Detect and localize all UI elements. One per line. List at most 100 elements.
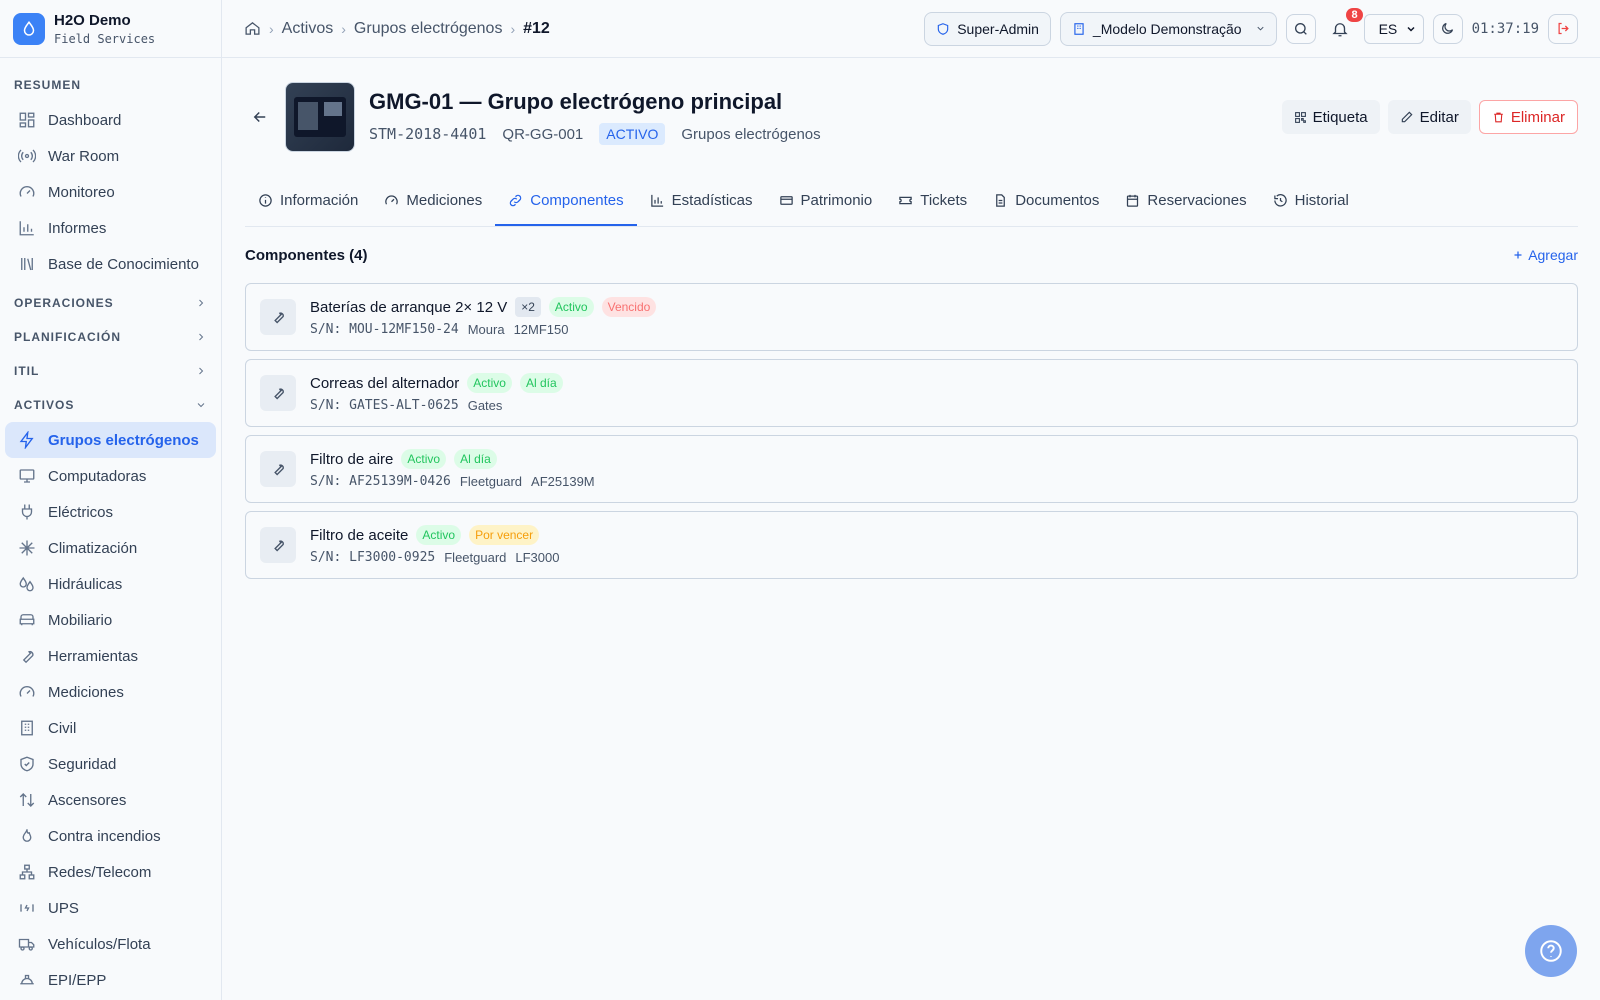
role-badge[interactable]: Super-Admin — [924, 11, 1051, 46]
label-button[interactable]: Etiqueta — [1281, 100, 1380, 134]
brand[interactable]: H2O Demo Field Services — [0, 0, 221, 58]
status-badge: Activo — [548, 297, 594, 317]
section-operaciones[interactable]: OPERACIONES — [0, 286, 221, 320]
gauge-icon — [18, 183, 36, 201]
tab-componentes[interactable]: Componentes — [495, 176, 637, 226]
wrench-icon — [18, 647, 36, 665]
hard-hat-icon — [18, 971, 36, 989]
shield-icon — [936, 22, 950, 36]
sidebar-item-ascensores[interactable]: Ascensores — [5, 782, 216, 818]
droplet-icon — [13, 12, 45, 45]
sidebar-item-mobiliario[interactable]: Mobiliario — [5, 602, 216, 638]
sidebar-item-war-room[interactable]: War Room — [5, 138, 216, 174]
back-button[interactable] — [245, 102, 275, 132]
component-card[interactable]: Filtro de aceite Activo Por vencer S/N: … — [245, 511, 1578, 579]
sidebar-item-label: War Room — [48, 147, 120, 165]
tab-patrimonio[interactable]: Patrimonio — [766, 176, 886, 226]
sidebar-item-civil[interactable]: Civil — [5, 710, 216, 746]
tab-reservaciones[interactable]: Reservaciones — [1112, 176, 1259, 226]
sidebar-item-label: EPI/EPP — [48, 971, 107, 989]
tenant-label: _Modelo Demonstração — [1092, 20, 1242, 37]
tab-informacion[interactable]: Información — [245, 176, 371, 226]
asset-tabs: Información Mediciones Componentes Estad… — [245, 176, 1578, 227]
plug-icon — [18, 503, 36, 521]
tab-estadisticas[interactable]: Estadísticas — [637, 176, 766, 226]
status-badge: Activo — [416, 525, 462, 545]
credit-card-icon — [779, 193, 794, 208]
moon-icon — [1440, 21, 1455, 36]
breadcrumb-grupos[interactable]: Grupos electrógenos — [354, 20, 503, 38]
brand-subtitle: Field Services — [54, 31, 156, 46]
sidebar-item-herramientas[interactable]: Herramientas — [5, 638, 216, 674]
section-activos[interactable]: ACTIVOS — [0, 388, 221, 422]
sidebar-item-computadoras[interactable]: Computadoras — [5, 458, 216, 494]
wrench-icon — [260, 451, 296, 487]
section-planificacion[interactable]: PLANIFICACIÓN — [0, 320, 221, 354]
tenant-select[interactable]: _Modelo Demonstração — [1059, 11, 1277, 46]
sidebar-item-dashboard[interactable]: Dashboard — [5, 102, 216, 138]
sidebar-item-vehiculos-flota[interactable]: Vehículos/Flota — [5, 926, 216, 962]
help-button[interactable] — [1525, 925, 1577, 977]
language-select[interactable]: ES — [1363, 13, 1424, 44]
sidebar-item-electricos[interactable]: Eléctricos — [5, 494, 216, 530]
home-icon[interactable] — [244, 20, 261, 37]
sofa-icon — [18, 611, 36, 629]
theme-toggle[interactable] — [1432, 13, 1463, 44]
sidebar-item-climatizacion[interactable]: Climatización — [5, 530, 216, 566]
sidebar-item-base-conocimiento[interactable]: Base de Conocimiento — [5, 246, 216, 282]
add-component-button[interactable]: Agregar — [1512, 247, 1578, 263]
tab-label: Estadísticas — [671, 191, 753, 209]
delete-button[interactable]: Eliminar — [1478, 100, 1578, 134]
sidebar-item-ups[interactable]: UPS — [5, 890, 216, 926]
truck-icon — [18, 935, 36, 953]
sidebar-item-monitoreo[interactable]: Monitoreo — [5, 174, 216, 210]
tab-historial[interactable]: Historial — [1260, 176, 1362, 226]
component-card[interactable]: Filtro de aire Activo Al día S/N: AF2513… — [245, 435, 1578, 503]
zap-icon — [18, 431, 36, 449]
sidebar-item-seguridad[interactable]: Seguridad — [5, 746, 216, 782]
wrench-icon — [260, 527, 296, 563]
sidebar-item-label: Computadoras — [48, 467, 147, 485]
component-brand: Gates — [467, 398, 503, 413]
tab-mediciones[interactable]: Mediciones — [371, 176, 495, 226]
sidebar-item-label: Hidráulicas — [48, 575, 123, 593]
sidebar-item-informes[interactable]: Informes — [5, 210, 216, 246]
droplets-icon — [18, 575, 36, 593]
chevron-right-icon — [195, 297, 207, 309]
library-icon — [18, 255, 36, 273]
arrow-left-icon — [251, 108, 269, 126]
component-card[interactable]: Baterías de arranque 2× 12 V ×2 Activo V… — [245, 283, 1578, 351]
sidebar-item-redes-telecom[interactable]: Redes/Telecom — [5, 854, 216, 890]
tab-label: Mediciones — [406, 191, 483, 209]
language-value: ES — [1378, 20, 1398, 37]
link-icon — [508, 193, 523, 208]
sidebar-item-hidraulicas[interactable]: Hidráulicas — [5, 566, 216, 602]
plus-icon — [1512, 249, 1524, 261]
due-badge: Vencido — [601, 297, 657, 317]
sidebar-item-label: Herramientas — [48, 647, 139, 665]
clock: 01:37:19 — [1471, 20, 1539, 37]
asset-photo[interactable] — [285, 82, 355, 152]
notifications-button[interactable]: 8 — [1325, 7, 1363, 44]
component-model: LF3000 — [515, 550, 560, 565]
logout-button[interactable] — [1548, 13, 1578, 44]
sidebar-item-epi-epp[interactable]: EPI/EPP — [5, 962, 216, 998]
sidebar: H2O Demo Field Services RESUMEN Dashboar… — [0, 0, 222, 1000]
edit-button[interactable]: Editar — [1387, 100, 1471, 134]
tab-tickets[interactable]: Tickets — [885, 176, 980, 226]
search-button[interactable] — [1285, 13, 1316, 44]
status-badge: Activo — [467, 373, 512, 393]
bell-icon — [1331, 20, 1349, 38]
wrench-icon — [260, 375, 296, 411]
sidebar-item-grupos-electrogenos[interactable]: Grupos electrógenos — [5, 422, 216, 458]
brand-name: H2O Demo — [54, 11, 131, 29]
component-name: Baterías de arranque 2× 12 V — [310, 298, 508, 316]
section-itil[interactable]: ITIL — [0, 354, 221, 388]
sidebar-item-contra-incendios[interactable]: Contra incendios — [5, 818, 216, 854]
tab-label: Historial — [1294, 191, 1349, 209]
chevron-right-icon — [195, 331, 207, 343]
tab-documentos[interactable]: Documentos — [980, 176, 1112, 226]
breadcrumb-activos[interactable]: Activos — [282, 20, 334, 38]
sidebar-item-mediciones[interactable]: Mediciones — [5, 674, 216, 710]
component-card[interactable]: Correas del alternador Activo Al día S/N… — [245, 359, 1578, 427]
